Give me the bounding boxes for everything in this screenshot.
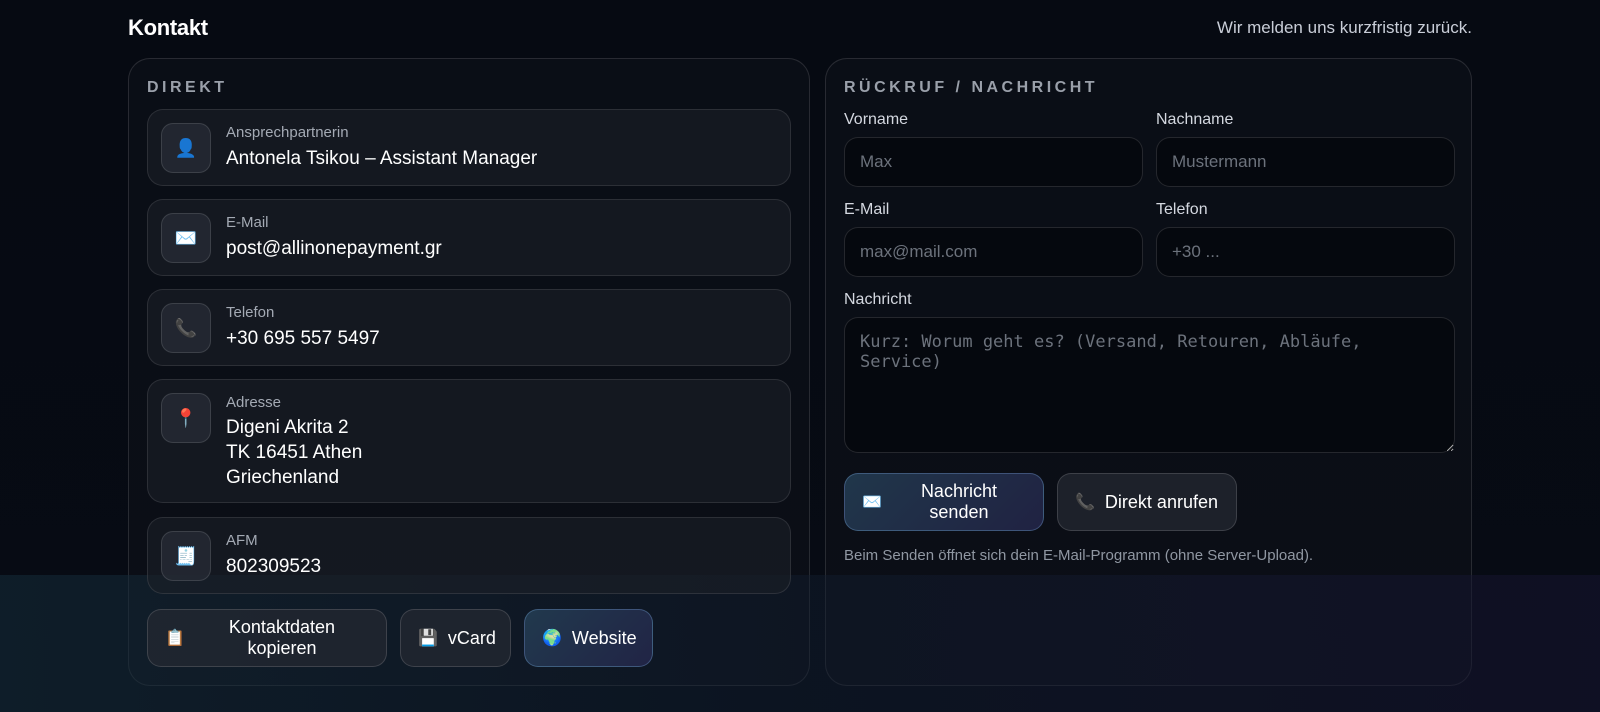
phone-input[interactable]: [1156, 227, 1455, 277]
afm-label: AFM: [226, 532, 258, 549]
phone-label: Telefon: [226, 304, 275, 321]
email-input[interactable]: [844, 227, 1143, 277]
form-section-title: RÜCKRUF / NACHRICHT: [844, 79, 1099, 96]
receipt-icon: 🧾: [161, 531, 211, 581]
person-icon: 👤: [161, 123, 211, 173]
address-line-1: Digeni Akrita 2: [226, 417, 349, 438]
lastname-input[interactable]: [1156, 137, 1455, 187]
page-header: Kontakt Wir melden uns kurzfristig zurüc…: [128, 14, 1472, 42]
contact-person-label: Ansprechpartnerin: [226, 124, 349, 141]
website-label: Website: [571, 627, 637, 648]
clipboard-icon: 📋: [165, 630, 185, 647]
message-textarea[interactable]: [844, 317, 1455, 453]
website-button[interactable]: 🌍 Website: [524, 609, 653, 667]
firstname-input[interactable]: [844, 137, 1143, 187]
send-message-label: Nachricht senden: [920, 481, 997, 522]
globe-icon: 🌍: [542, 630, 562, 647]
call-direct-button[interactable]: 📞 Direkt anrufen: [1057, 473, 1237, 531]
page-title: Kontakt: [128, 15, 208, 40]
email-label: E-Mail: [226, 214, 269, 231]
phone-value[interactable]: +30 695 557 5497: [226, 326, 380, 351]
afm-card: 🧾 AFM 802309523: [147, 517, 791, 594]
lastname-label: Nachname: [1156, 111, 1234, 128]
header-tagline: Wir melden uns kurzfristig zurück.: [1216, 18, 1472, 37]
envelope-icon: ✉️: [862, 494, 882, 511]
call-direct-label: Direkt anrufen: [1104, 491, 1218, 512]
send-hint-text: Beim Senden öffnet sich dein E-Mail-Prog…: [844, 547, 1314, 564]
firstname-label: Vorname: [844, 111, 909, 128]
phone-icon: 📞: [161, 303, 211, 353]
vcard-button[interactable]: 💾 vCard: [400, 609, 511, 667]
afm-value: 802309523: [226, 556, 322, 577]
copy-contact-label: Kontaktdaten kopieren: [228, 617, 335, 658]
phone-field-label: Telefon: [1156, 201, 1208, 218]
location-pin-icon: 📍: [161, 393, 211, 443]
message-label: Nachricht: [844, 291, 912, 308]
callback-form-panel: RÜCKRUF / NACHRICHT Vorname Nachname E-M…: [825, 58, 1472, 686]
phone-card[interactable]: 📞 Telefon +30 695 557 5497: [147, 289, 791, 366]
contact-person-card: 👤 Ansprechpartnerin Antonela Tsikou – As…: [147, 109, 791, 186]
email-field-label: E-Mail: [844, 201, 890, 218]
envelope-icon: ✉️: [161, 213, 211, 263]
email-card[interactable]: ✉️ E-Mail post@allinonepayment.gr: [147, 199, 791, 276]
floppy-disk-icon: 💾: [418, 630, 438, 647]
direct-contact-panel: DIREKT 👤 Ansprechpartnerin Antonela Tsik…: [128, 58, 810, 686]
direct-section-title: DIREKT: [147, 79, 228, 96]
phone-icon: 📞: [1075, 494, 1095, 511]
copy-contact-button[interactable]: 📋 Kontaktdaten kopieren: [147, 609, 387, 667]
address-card: 📍 Adresse Digeni Akrita 2 TK 16451 Athen…: [147, 379, 791, 503]
address-line-2: TK 16451 Athen: [226, 442, 363, 463]
send-message-button[interactable]: ✉️ Nachricht senden: [844, 473, 1044, 531]
email-value[interactable]: post@allinonepayment.gr: [226, 236, 442, 261]
address-label: Adresse: [226, 394, 282, 411]
vcard-label: vCard: [447, 627, 496, 648]
contact-person-value: Antonela Tsikou – Assistant Manager: [226, 148, 538, 169]
address-line-3: Griechenland: [226, 467, 340, 488]
address-value: Digeni Akrita 2 TK 16451 Athen Griechenl…: [226, 415, 362, 490]
